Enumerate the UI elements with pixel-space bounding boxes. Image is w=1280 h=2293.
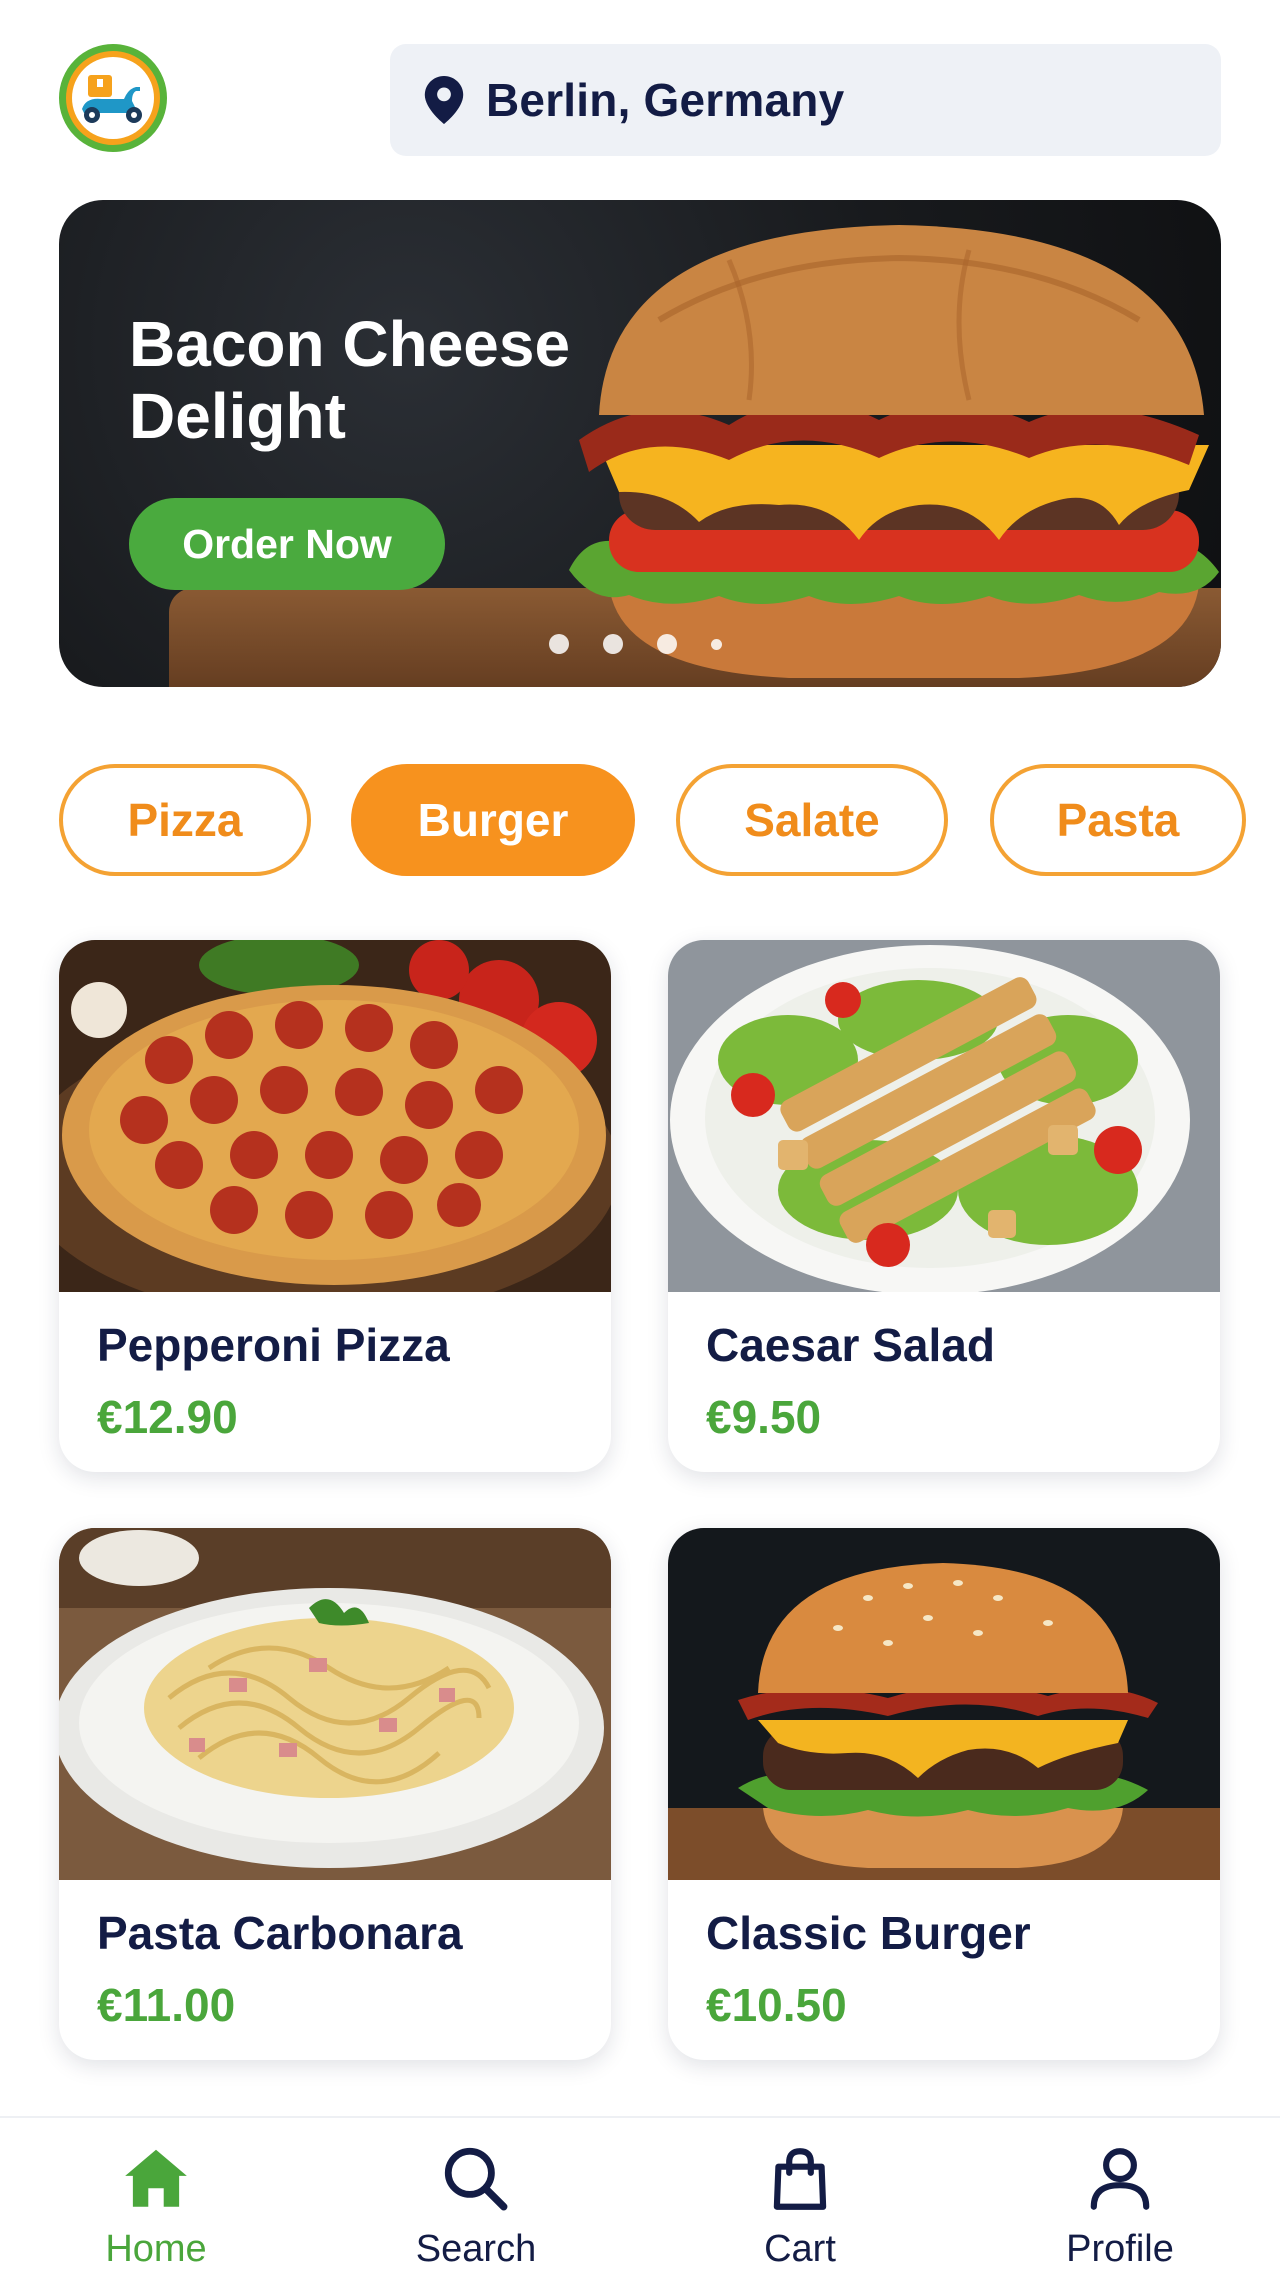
shopping-bag-icon [773, 2148, 827, 2210]
pasta-carbonara-image [59, 1528, 611, 1880]
product-name: Pasta Carbonara [97, 1907, 463, 1959]
location-text: Berlin, Germany [486, 74, 845, 126]
carousel-dots [549, 634, 722, 654]
carousel-dot[interactable] [657, 634, 677, 654]
carousel-dot[interactable] [711, 638, 722, 650]
delivery-scooter-logo-icon [82, 75, 142, 123]
classic-burger-image [668, 1528, 1220, 1880]
carousel-dot[interactable] [549, 634, 569, 654]
product-card-classic-burger[interactable]: Classic Burger €10.50 [668, 1528, 1220, 2060]
nav-item-search[interactable]: Search [376, 2142, 576, 2282]
caesar-salad-image [668, 940, 1220, 1292]
search-icon [444, 2147, 508, 2211]
category-chip-burger[interactable]: Burger [351, 764, 635, 876]
location-pin-icon [424, 76, 464, 124]
product-price: €11.00 [97, 1979, 236, 2031]
category-chip-salate[interactable]: Salate [676, 764, 948, 876]
category-chip-pasta[interactable]: Pasta [990, 764, 1246, 876]
product-card-pepperoni-pizza[interactable]: Pepperoni Pizza €12.90 [59, 940, 611, 1472]
product-name: Pepperoni Pizza [97, 1319, 450, 1371]
nav-item-cart[interactable]: Cart [700, 2142, 900, 2282]
pepperoni-pizza-image [59, 940, 611, 1292]
user-icon [1090, 2148, 1150, 2210]
carousel-dot[interactable] [603, 634, 623, 654]
promo-banner[interactable]: Bacon Cheese Delight Order Now [59, 200, 1221, 687]
location-selector[interactable]: Berlin, Germany [390, 44, 1221, 156]
home-icon [125, 2149, 187, 2207]
category-chip-pizza[interactable]: Pizza [59, 764, 311, 876]
product-price: €10.50 [706, 1979, 847, 2031]
nav-label: Profile [1066, 2228, 1174, 2270]
product-card-caesar-salad[interactable]: Caesar Salad €9.50 [668, 940, 1220, 1472]
product-price: €12.90 [97, 1391, 238, 1443]
nav-item-home[interactable]: Home [56, 2142, 256, 2282]
nav-label: Home [105, 2228, 207, 2270]
order-now-button[interactable]: Order Now [129, 498, 445, 590]
nav-label: Search [415, 2228, 537, 2270]
app-logo[interactable] [59, 44, 167, 152]
product-price: €9.50 [706, 1391, 822, 1443]
product-name: Caesar Salad [706, 1319, 995, 1371]
bottom-navigation: Home Search Cart Profile [0, 2116, 1280, 2293]
product-card-pasta-carbonara[interactable]: Pasta Carbonara €11.00 [59, 1528, 611, 2060]
banner-title: Bacon Cheese Delight [129, 308, 571, 452]
product-name: Classic Burger [706, 1907, 1031, 1959]
nav-label: Cart [764, 2228, 836, 2270]
nav-item-profile[interactable]: Profile [1020, 2142, 1220, 2282]
